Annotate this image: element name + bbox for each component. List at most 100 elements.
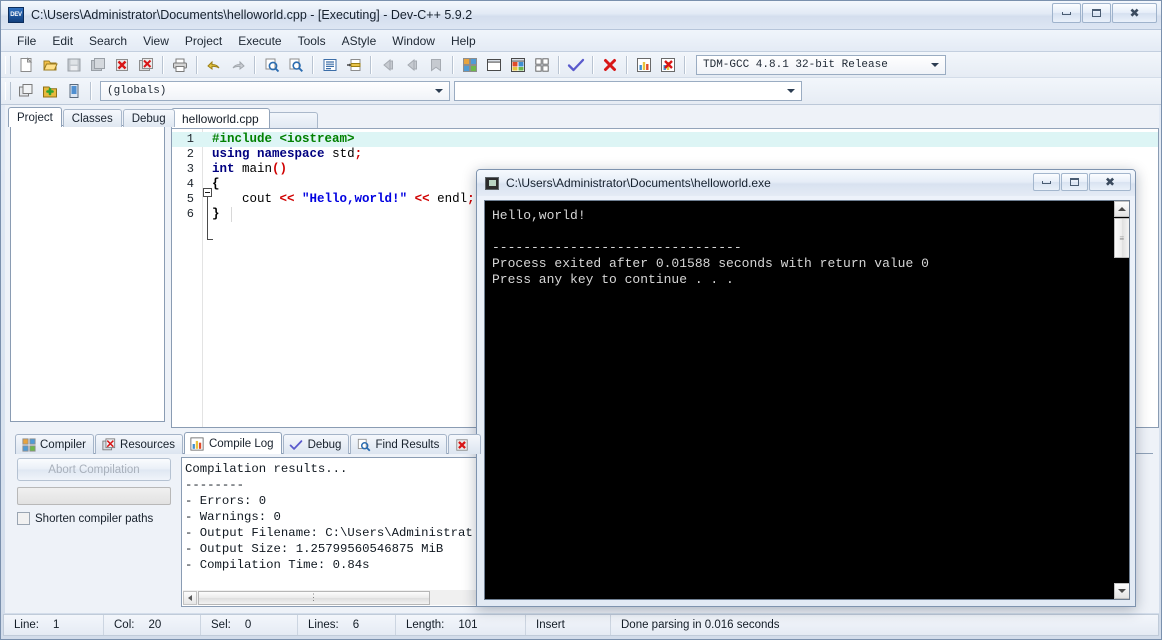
code-line-text: cout << "Hello,world!" << endl; bbox=[198, 192, 475, 207]
menu-window[interactable]: Window bbox=[384, 32, 443, 50]
code-token: endl bbox=[429, 192, 468, 206]
close-button[interactable]: ✖ bbox=[1112, 3, 1157, 23]
chevron-down-icon-4 bbox=[1118, 589, 1126, 593]
redo-button[interactable] bbox=[227, 54, 249, 76]
tab-close-log[interactable] bbox=[448, 434, 482, 454]
console-window[interactable]: C:\Users\Administrator\Documents\hellowo… bbox=[476, 169, 1136, 607]
compiler-select[interactable]: TDM-GCC 4.8.1 32-bit Release bbox=[696, 54, 946, 75]
tab-debug-log[interactable]: Debug bbox=[282, 434, 350, 454]
code-token: "Hello,world!" bbox=[302, 192, 408, 206]
tab-debug[interactable]: Debug bbox=[122, 109, 175, 127]
console-close-button[interactable]: ✖ bbox=[1089, 173, 1131, 191]
compile-log-hscrollbar[interactable]: ⋮ bbox=[183, 590, 496, 605]
console-vscroll-thumb[interactable]: ≡ bbox=[1114, 218, 1129, 258]
shorten-compiler-paths-checkbox[interactable] bbox=[17, 512, 30, 525]
code-token: () bbox=[272, 162, 288, 176]
undo-button[interactable] bbox=[203, 54, 225, 76]
syntax-check-button[interactable] bbox=[565, 54, 587, 76]
toolbar-grip-2[interactable] bbox=[5, 82, 11, 100]
open-file-button[interactable] bbox=[39, 54, 61, 76]
close-icon: ✖ bbox=[1129, 6, 1140, 20]
forward-button[interactable] bbox=[401, 54, 423, 76]
console-minimize-button[interactable] bbox=[1033, 173, 1060, 191]
menu-execute[interactable]: Execute bbox=[230, 32, 289, 50]
console-maximize-button[interactable] bbox=[1061, 173, 1088, 191]
editor-tab-helloworld-cpp[interactable]: helloworld.cpp bbox=[171, 108, 270, 129]
scroll-left-icon[interactable] bbox=[183, 590, 197, 605]
resources-icon bbox=[101, 437, 116, 452]
status-col-value: 20 bbox=[148, 619, 162, 631]
chevron-down-icon-2[interactable] bbox=[432, 82, 446, 100]
status-lines: Lines: 6 bbox=[298, 615, 396, 635]
hscroll-thumb[interactable]: ⋮ bbox=[198, 590, 430, 605]
tab-find-results-label: Find Results bbox=[375, 438, 440, 451]
minimize-button[interactable] bbox=[1052, 3, 1081, 23]
goto-function-button[interactable] bbox=[343, 54, 365, 76]
delete-profile-button[interactable] bbox=[657, 54, 679, 76]
new-project-button[interactable] bbox=[15, 80, 37, 102]
window-title: C:\Users\Administrator\Documents\hellowo… bbox=[31, 8, 473, 22]
compile-button[interactable] bbox=[459, 54, 481, 76]
project-tree[interactable] bbox=[10, 125, 165, 422]
scope-select-value: (globals) bbox=[107, 85, 167, 97]
toolbar2-separator-1 bbox=[90, 82, 92, 100]
menu-astyle[interactable]: AStyle bbox=[334, 32, 385, 50]
close-file-button[interactable] bbox=[111, 54, 133, 76]
back-button[interactable] bbox=[377, 54, 399, 76]
status-insert-mode: Insert bbox=[526, 615, 611, 635]
console-scroll-up-button[interactable] bbox=[1114, 201, 1129, 217]
menu-view[interactable]: View bbox=[135, 32, 177, 50]
stop-execution-button[interactable] bbox=[599, 54, 621, 76]
status-length: Length: 101 bbox=[396, 615, 526, 635]
find-next-button[interactable] bbox=[285, 54, 307, 76]
member-select[interactable] bbox=[454, 81, 802, 101]
compile-log-output[interactable]: Compilation results... -------- - Errors… bbox=[181, 457, 497, 607]
close-all-button[interactable] bbox=[135, 54, 157, 76]
tab-compile-log[interactable]: Compile Log bbox=[183, 432, 282, 454]
tab-debug-log-label: Debug bbox=[307, 438, 342, 451]
toggle-bookmark-button[interactable] bbox=[425, 54, 447, 76]
rebuild-all-button[interactable] bbox=[531, 54, 553, 76]
find-button[interactable] bbox=[261, 54, 283, 76]
toolbar-separator-10 bbox=[684, 55, 686, 74]
toolbar-grip[interactable] bbox=[5, 55, 11, 74]
menu-file[interactable]: File bbox=[9, 32, 44, 50]
tab-compiler[interactable]: Compiler bbox=[15, 434, 95, 454]
profile-analysis-button[interactable] bbox=[633, 54, 655, 76]
tab-classes[interactable]: Classes bbox=[62, 109, 122, 127]
shorten-paths-row[interactable]: Shorten compiler paths bbox=[17, 512, 175, 525]
compile-and-run-button[interactable] bbox=[507, 54, 529, 76]
print-button[interactable] bbox=[169, 54, 191, 76]
maximize-button[interactable] bbox=[1082, 3, 1111, 23]
chevron-down-icon-3[interactable] bbox=[784, 82, 798, 100]
console-screen[interactable]: Hello,world! ---------------------------… bbox=[484, 200, 1130, 600]
tab-project[interactable]: Project bbox=[8, 107, 62, 127]
abort-compilation-button[interactable]: Abort Compilation bbox=[17, 458, 171, 481]
new-file-button[interactable] bbox=[15, 54, 37, 76]
menu-tools[interactable]: Tools bbox=[290, 32, 334, 50]
goto-line-button[interactable] bbox=[319, 54, 341, 76]
menu-project[interactable]: Project bbox=[177, 32, 230, 50]
console-vscrollbar[interactable]: ≡ bbox=[1113, 201, 1129, 599]
menu-edit[interactable]: Edit bbox=[44, 32, 81, 50]
console-vscroll-track[interactable] bbox=[1114, 217, 1129, 583]
scope-select[interactable]: (globals) bbox=[100, 81, 450, 101]
menu-search[interactable]: Search bbox=[81, 32, 135, 50]
tab-find-results[interactable]: Find Results bbox=[350, 434, 448, 454]
chevron-down-icon[interactable] bbox=[928, 56, 942, 74]
save-all-button[interactable] bbox=[87, 54, 109, 76]
console-scroll-down-button[interactable] bbox=[1114, 583, 1129, 599]
menu-help[interactable]: Help bbox=[443, 32, 484, 50]
run-button[interactable] bbox=[483, 54, 505, 76]
project-options-button[interactable] bbox=[63, 80, 85, 102]
add-to-project-button[interactable] bbox=[39, 80, 61, 102]
compiler-select-value: TDM-GCC 4.8.1 32-bit Release bbox=[703, 58, 888, 71]
toolbar-separator-9 bbox=[626, 55, 628, 74]
line-number: 5 bbox=[186, 192, 194, 206]
save-file-button[interactable] bbox=[63, 54, 85, 76]
status-sel-value: 0 bbox=[244, 619, 252, 631]
console-title: C:\Users\Administrator\Documents\hellowo… bbox=[506, 176, 771, 190]
toolbar-separator-6 bbox=[452, 55, 454, 74]
tab-resources[interactable]: Resources bbox=[95, 434, 183, 454]
